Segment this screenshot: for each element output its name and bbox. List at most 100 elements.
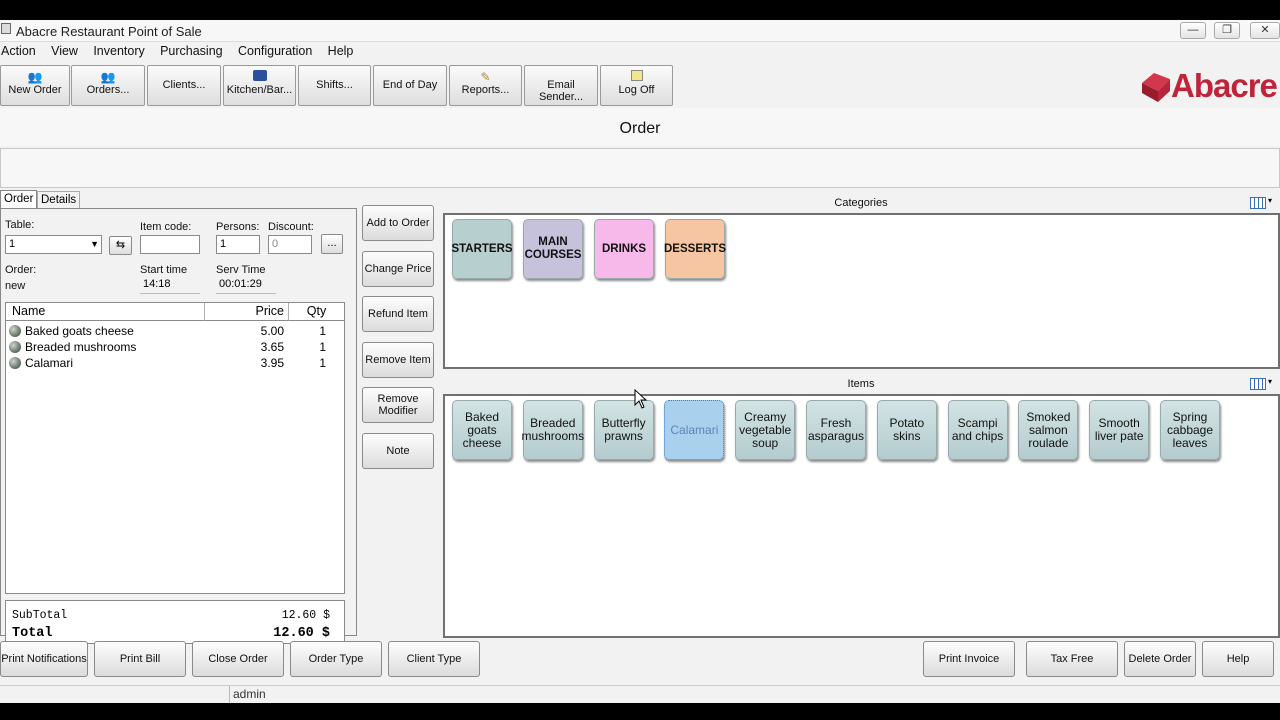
category-tile[interactable]: MAIN COURSES bbox=[523, 219, 583, 279]
items-header: Items bbox=[847, 378, 875, 390]
total-label: Total bbox=[12, 626, 53, 641]
items-dropdown-icon[interactable]: ▾ bbox=[1268, 377, 1272, 386]
discount-input[interactable]: 0 bbox=[268, 235, 312, 254]
print-bill-button[interactable]: Print Bill bbox=[94, 641, 186, 677]
category-tile[interactable]: DESSERTS bbox=[664, 219, 726, 279]
close-order-button[interactable]: Close Order bbox=[192, 641, 284, 677]
logo-text: Abacre bbox=[1171, 67, 1278, 104]
print-invoice-button[interactable]: Print Invoice bbox=[923, 641, 1015, 677]
table-value: 1 bbox=[9, 238, 16, 250]
categories-grid-icon[interactable] bbox=[1250, 197, 1266, 209]
client-type-button[interactable]: Client Type bbox=[388, 641, 480, 677]
kitchen-bar-button[interactable]: Kitchen/Bar... bbox=[223, 65, 296, 106]
item-status-icon bbox=[9, 341, 21, 353]
table-row[interactable]: Breaded mushrooms 3.65 1 bbox=[6, 339, 344, 355]
column-header-price[interactable]: Price bbox=[205, 303, 289, 321]
item-code-input[interactable] bbox=[140, 235, 200, 254]
row-price: 3.95 bbox=[260, 356, 284, 370]
delete-order-button[interactable]: Delete Order bbox=[1124, 641, 1196, 677]
persons-input[interactable]: 1 bbox=[216, 235, 260, 254]
item-tile[interactable]: Butterfly prawns bbox=[593, 400, 654, 460]
change-price-button[interactable]: Change Price bbox=[362, 251, 434, 287]
menu-configuration[interactable]: Configuration bbox=[238, 42, 318, 58]
reports-icon: ✎ bbox=[480, 70, 491, 84]
column-header-qty[interactable]: Qty bbox=[289, 303, 344, 321]
item-tile[interactable]: Smoked salmon roulade bbox=[1018, 400, 1079, 460]
row-qty: 1 bbox=[319, 324, 326, 338]
tab-details[interactable]: Details bbox=[37, 191, 81, 209]
categories-dropdown-icon[interactable]: ▾ bbox=[1268, 196, 1272, 205]
row-qty: 1 bbox=[319, 340, 326, 354]
item-tile[interactable]: Fresh asparagus bbox=[806, 400, 866, 460]
shifts-button[interactable]: Shifts... bbox=[298, 65, 371, 106]
items-grid-icon[interactable] bbox=[1250, 378, 1266, 390]
column-header-name[interactable]: Name bbox=[6, 303, 205, 321]
maximize-button[interactable]: ❐ bbox=[1214, 22, 1240, 39]
kitchen-bar-label: Kitchen/Bar... bbox=[226, 84, 293, 96]
orders-button[interactable]: 👥 Orders... bbox=[71, 65, 145, 106]
serv-time-label: Serv Time bbox=[216, 264, 266, 276]
table-select[interactable]: 1 ▼ bbox=[5, 235, 102, 254]
table-row[interactable]: Calamari 3.95 1 bbox=[6, 355, 344, 371]
row-name: Baked goats cheese bbox=[25, 324, 134, 338]
log-off-label: Log Off bbox=[618, 84, 655, 96]
totals-box: SubTotal 12.60 $ Total 12.60 $ bbox=[5, 600, 345, 644]
subtotal-label: SubTotal bbox=[12, 609, 68, 622]
refund-item-button[interactable]: Refund Item bbox=[362, 296, 434, 332]
item-tile[interactable]: Smooth liver pate bbox=[1089, 400, 1150, 460]
menu-action[interactable]: Action bbox=[1, 42, 42, 58]
title-bar: Abacre Restaurant Point of Sale — ❐ ✕ bbox=[0, 20, 1280, 42]
item-tile[interactable]: Calamari bbox=[664, 400, 725, 460]
note-button[interactable]: Note bbox=[362, 433, 434, 469]
item-tile[interactable]: Breaded mushrooms bbox=[521, 400, 584, 460]
category-tile[interactable]: DRINKS bbox=[594, 219, 654, 279]
tab-order[interactable]: Order bbox=[0, 190, 38, 209]
window-title: Abacre Restaurant Point of Sale bbox=[16, 24, 202, 39]
item-tile[interactable]: Creamy vegetable soup bbox=[735, 400, 796, 460]
status-user: admin bbox=[233, 687, 266, 701]
menu-view[interactable]: View bbox=[51, 42, 84, 58]
item-tile[interactable]: Baked goats cheese bbox=[452, 400, 512, 460]
logo-cube-icon bbox=[1142, 73, 1170, 102]
minimize-button[interactable]: — bbox=[1180, 22, 1206, 39]
mouse-cursor-icon bbox=[634, 389, 648, 409]
end-of-day-label: End of Day bbox=[382, 79, 438, 91]
help-button[interactable]: Help bbox=[1202, 641, 1274, 677]
abacre-logo: Abacre bbox=[1140, 65, 1280, 107]
close-window-button[interactable]: ✕ bbox=[1250, 22, 1280, 39]
clients-button[interactable]: Clients... bbox=[147, 65, 221, 106]
log-off-button[interactable]: Log Off bbox=[600, 65, 673, 106]
select-table-button[interactable]: ⇆ bbox=[109, 236, 132, 255]
item-tile[interactable]: Spring cabbage leaves bbox=[1160, 400, 1220, 460]
menu-purchasing[interactable]: Purchasing bbox=[160, 42, 229, 58]
item-code-label: Item code: bbox=[140, 221, 192, 233]
order-value: new bbox=[5, 280, 26, 292]
start-time-value: 14:18 bbox=[140, 277, 200, 294]
info-bar bbox=[0, 148, 1280, 188]
new-order-button[interactable]: 👥 New Order bbox=[0, 65, 70, 106]
shifts-label: Shifts... bbox=[316, 79, 353, 91]
discount-label: Discount: bbox=[268, 221, 314, 233]
kitchen-icon bbox=[252, 70, 268, 84]
discount-button[interactable]: ... bbox=[321, 234, 343, 254]
orders-label: Orders... bbox=[86, 84, 130, 96]
row-name: Calamari bbox=[25, 356, 74, 370]
item-tile[interactable]: Potato skins bbox=[876, 400, 937, 460]
item-tile[interactable]: Scampi and chips bbox=[947, 400, 1008, 460]
menu-help[interactable]: Help bbox=[328, 42, 360, 58]
tax-free-button[interactable]: Tax Free bbox=[1026, 641, 1118, 677]
email-sender-button[interactable]: Email Sender... bbox=[524, 65, 598, 106]
reports-button[interactable]: ✎ Reports... bbox=[449, 65, 522, 106]
item-status-icon bbox=[9, 325, 21, 337]
item-status-icon bbox=[9, 357, 21, 369]
remove-modifier-button[interactable]: Remove Modifier bbox=[362, 387, 434, 423]
print-notifications-button[interactable]: Print Notifications bbox=[0, 641, 88, 677]
category-tile[interactable]: STARTERS bbox=[451, 219, 513, 279]
table-row[interactable]: Baked goats cheese 5.00 1 bbox=[6, 323, 344, 339]
order-type-button[interactable]: Order Type bbox=[290, 641, 382, 677]
row-price: 3.65 bbox=[260, 340, 284, 354]
remove-item-button[interactable]: Remove Item bbox=[362, 342, 434, 378]
menu-inventory[interactable]: Inventory bbox=[93, 42, 150, 58]
add-to-order-button[interactable]: Add to Order bbox=[362, 205, 434, 241]
end-of-day-button[interactable]: End of Day bbox=[373, 65, 447, 106]
